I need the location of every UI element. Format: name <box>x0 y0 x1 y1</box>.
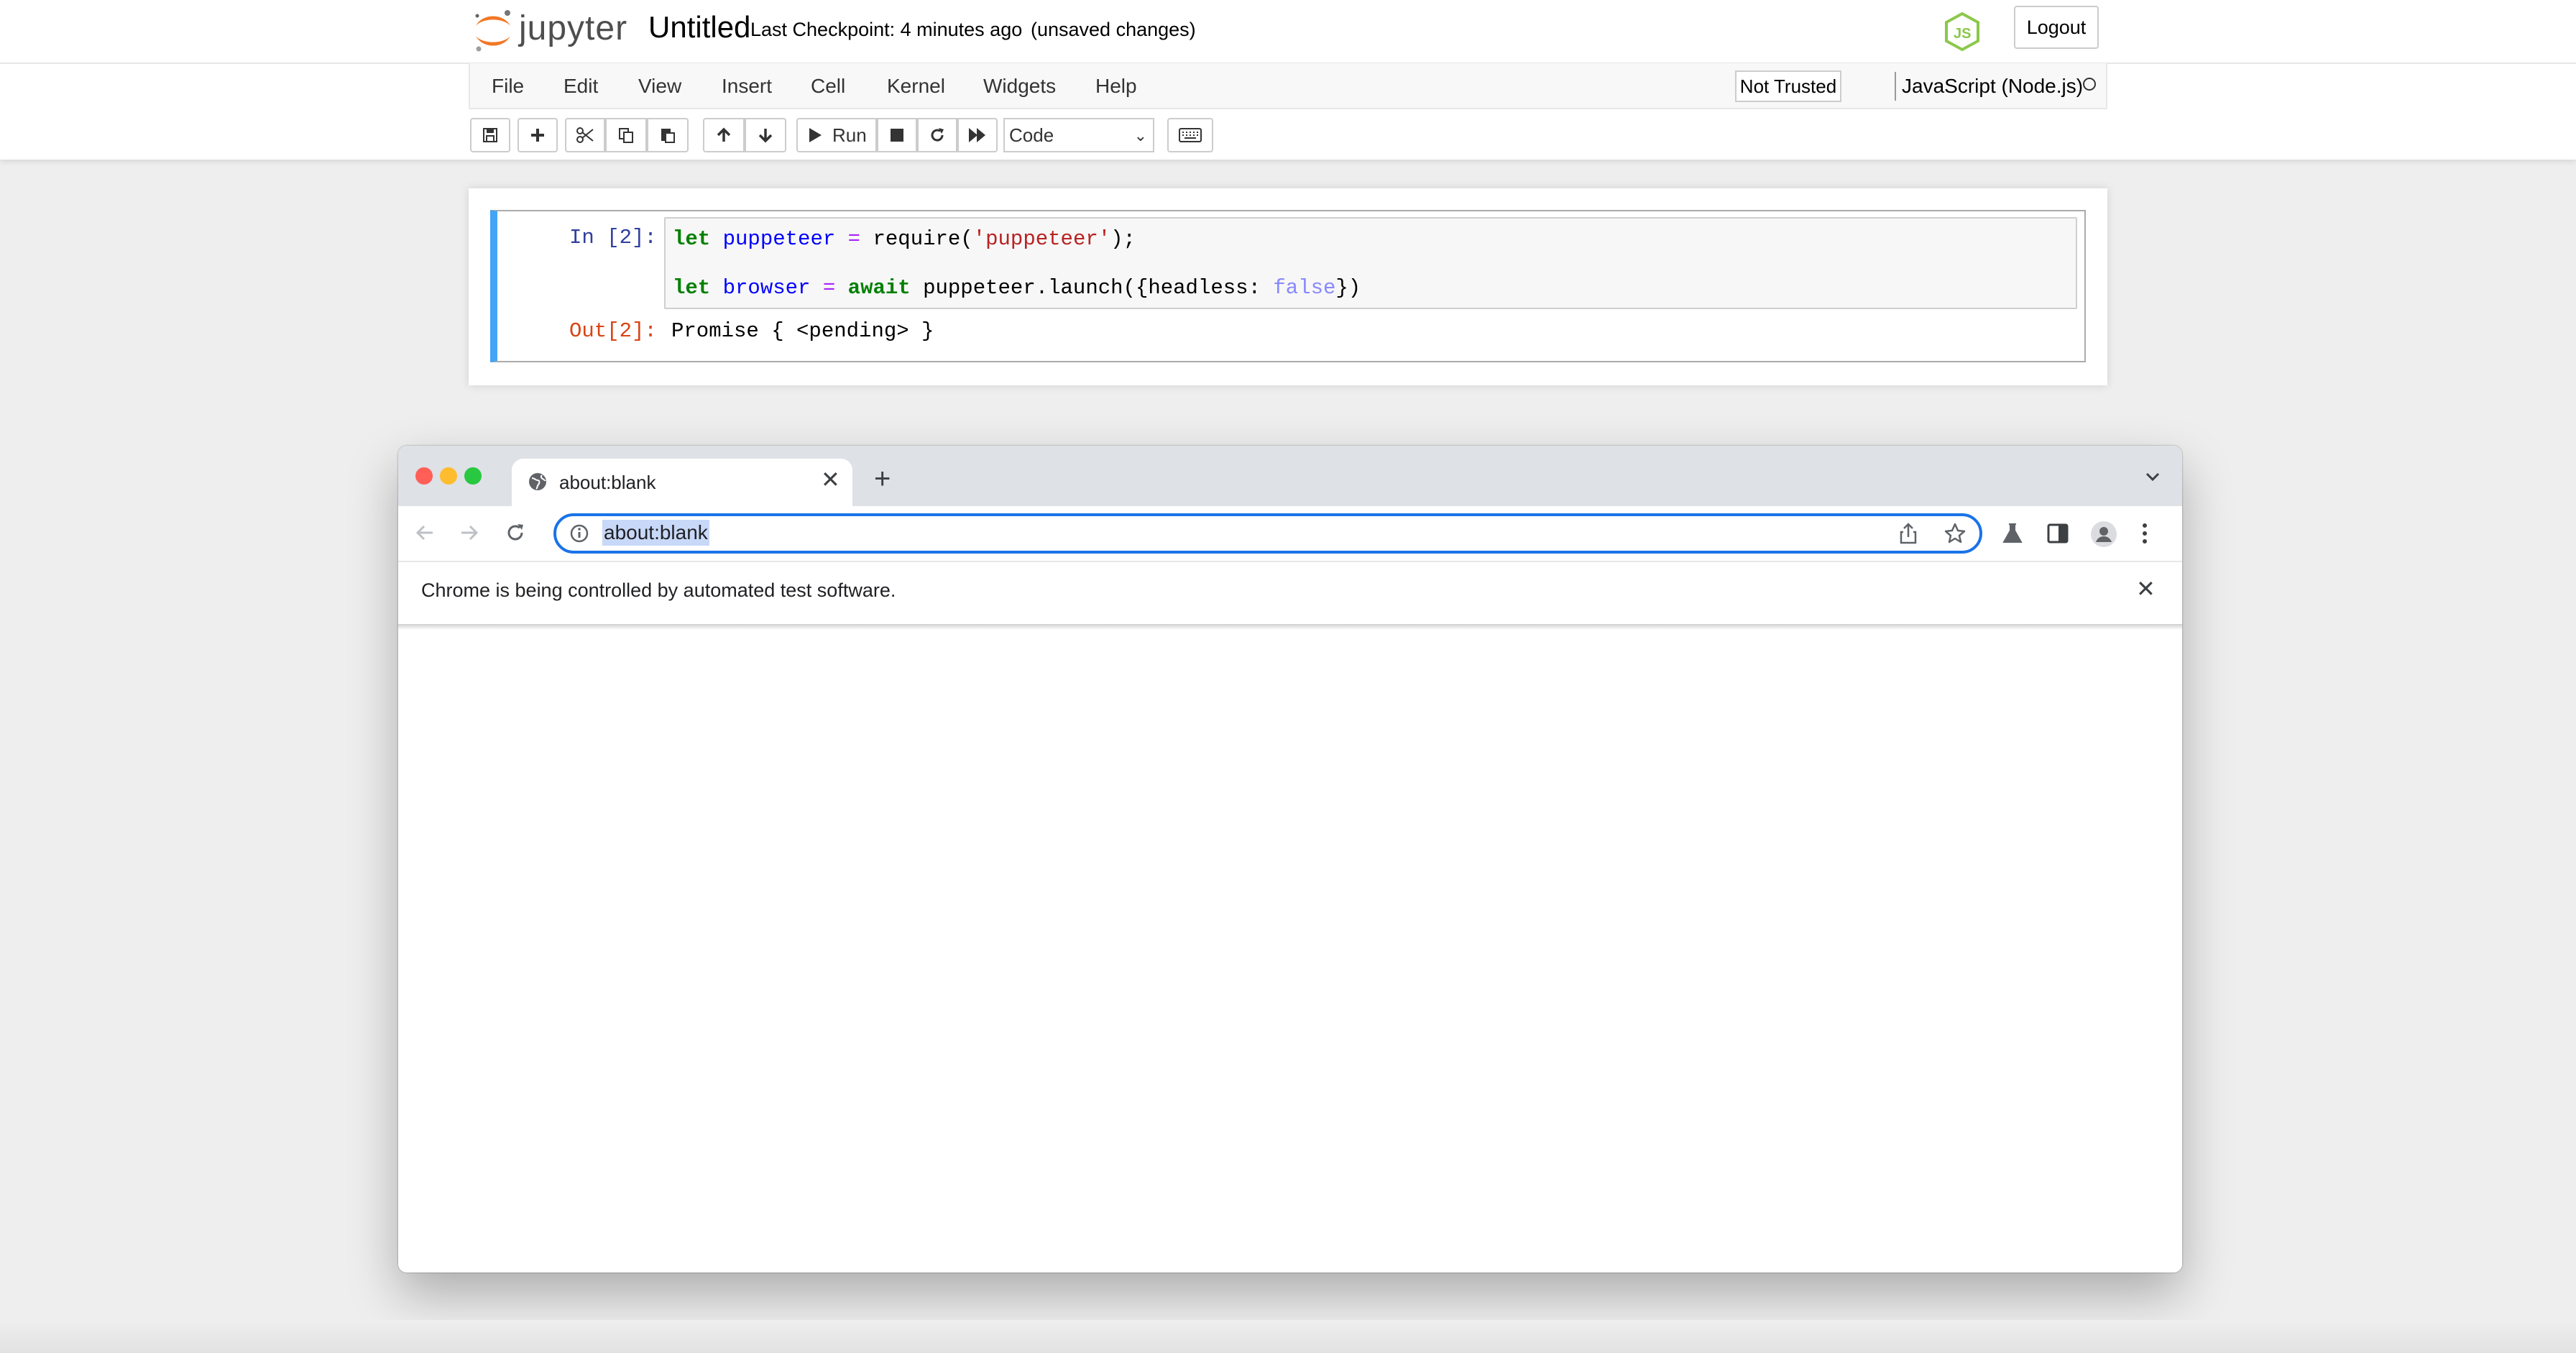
back-arrow-icon[interactable] <box>414 522 436 544</box>
nodejs-icon: JS <box>1945 12 1979 52</box>
code-token: = <box>822 276 836 300</box>
desktop-bottom-edge <box>0 1320 2576 1353</box>
restart-icon <box>931 128 944 142</box>
menu-view[interactable]: View <box>638 75 681 98</box>
input-prompt: In [2]: <box>569 226 657 249</box>
run-icon <box>809 128 822 142</box>
kernel-idle-indicator-icon <box>2083 78 2096 91</box>
code-token: require( <box>873 227 973 251</box>
menu-kernel[interactable]: Kernel <box>887 75 945 98</box>
paste-button[interactable] <box>647 118 689 152</box>
more-menu-icon[interactable] <box>2140 522 2149 545</box>
logout-button[interactable]: Logout <box>2014 6 2099 49</box>
code-token: false <box>1273 276 1336 300</box>
jupyter-logo[interactable]: jupyter <box>472 7 651 53</box>
plus-icon <box>531 129 544 142</box>
autosave-status: (unsaved changes) <box>1031 19 1196 40</box>
insert-cell-button[interactable] <box>518 118 558 152</box>
code-token: await <box>847 276 911 300</box>
paste-icon <box>661 129 675 143</box>
code-line-1: let puppeteer = require('puppeteer'); <box>673 227 1136 251</box>
menu-widgets[interactable]: Widgets <box>983 75 1056 98</box>
arrow-down-icon <box>758 129 773 143</box>
command-palette-button[interactable] <box>1167 118 1213 152</box>
save-icon <box>483 128 497 142</box>
kernel-divider <box>1895 72 1896 101</box>
run-label: Run <box>832 124 867 146</box>
nodejs-kernel-logo: JS <box>1944 12 1981 52</box>
menu-help[interactable]: Help <box>1095 75 1137 98</box>
code-token: browser <box>722 276 811 300</box>
reload-icon[interactable] <box>505 522 526 544</box>
code-token: 'puppeteer' <box>972 227 1111 251</box>
stop-icon <box>891 129 903 142</box>
labs-flask-icon[interactable] <box>2001 522 2024 545</box>
copy-button[interactable] <box>605 118 647 152</box>
code-token: = <box>847 227 861 251</box>
code-token: let <box>673 227 711 251</box>
window-minimize-button[interactable] <box>440 467 457 485</box>
infobar-message: Chrome is being controlled by automated … <box>421 579 896 601</box>
menu-cell[interactable]: Cell <box>811 75 845 98</box>
keyboard-icon <box>1179 128 1202 142</box>
save-button[interactable] <box>470 118 510 152</box>
chevron-down-icon: ⌄ <box>1133 127 1147 145</box>
menu-edit[interactable]: Edit <box>564 75 598 98</box>
profile-avatar-icon[interactable] <box>2090 520 2117 548</box>
share-icon[interactable] <box>1898 522 1919 545</box>
run-button[interactable]: Run <box>796 118 877 152</box>
kernel-name: JavaScript (Node.js) <box>1902 75 2084 97</box>
globe-icon <box>529 473 546 490</box>
trust-indicator-button[interactable]: Not Trusted <box>1735 70 1841 102</box>
code-token: puppeteer <box>722 227 836 251</box>
new-tab-plus-icon[interactable]: + <box>874 463 891 495</box>
checkpoint-status: Last Checkpoint: 4 minutes ago <box>750 19 1023 40</box>
code-token: puppeteer.launch({headless: <box>923 276 1261 300</box>
move-down-button[interactable] <box>745 118 786 152</box>
window-close-button[interactable] <box>415 467 433 485</box>
jupyter-logo-icon <box>475 10 510 52</box>
tab-search-chevron-icon[interactable] <box>2143 467 2162 486</box>
menubar <box>469 63 2107 109</box>
tab-close-icon[interactable]: ✕ <box>821 466 840 493</box>
output-prompt: Out[2]: <box>569 319 657 343</box>
arrow-up-icon <box>717 127 731 142</box>
window-zoom-button[interactable] <box>464 467 482 485</box>
forward-arrow-icon[interactable] <box>459 522 480 544</box>
cell-type-select[interactable]: Code ⌄ <box>1003 118 1154 152</box>
restart-kernel-button[interactable] <box>917 118 957 152</box>
code-token: ); <box>1110 227 1136 251</box>
fast-forward-icon <box>969 128 985 142</box>
tab-title: about:blank <box>559 472 656 493</box>
notebook-name[interactable]: Untitled <box>648 10 750 45</box>
bookmark-star-icon[interactable] <box>1944 522 1966 545</box>
copy-icon <box>619 128 633 143</box>
side-panel-icon[interactable] <box>2047 523 2069 544</box>
code-token: let <box>673 276 711 300</box>
menu-insert[interactable]: Insert <box>722 75 772 98</box>
site-info-icon[interactable] <box>569 523 589 544</box>
blank-page-content[interactable] <box>398 630 2182 1272</box>
interrupt-button[interactable] <box>877 118 917 152</box>
infobar-close-icon[interactable]: ✕ <box>2136 575 2156 602</box>
address-bar[interactable] <box>553 513 1982 554</box>
svg-text:JS: JS <box>1954 26 1971 42</box>
menu-file[interactable]: File <box>492 75 524 98</box>
jupyter-wordmark: jupyter <box>519 9 628 47</box>
restart-run-all-button[interactable] <box>957 118 998 152</box>
cut-icon <box>576 127 594 143</box>
cell-type-value: Code <box>1009 124 1054 146</box>
chrome-window: about:blank ✕ + about:blank Chrome is be… <box>398 446 2182 1272</box>
code-line-2: let browser = await puppeteer.launch({he… <box>673 276 1361 300</box>
code-editor[interactable]: let puppeteer = require('puppeteer'); le… <box>664 217 2077 309</box>
infobar-shadow <box>398 624 2182 630</box>
move-up-button[interactable] <box>703 118 745 152</box>
code-token: }) <box>1335 276 1361 300</box>
cut-button[interactable] <box>565 118 605 152</box>
url-text[interactable]: about:blank <box>602 520 709 546</box>
cell-output: Promise { <pending> } <box>671 319 934 343</box>
